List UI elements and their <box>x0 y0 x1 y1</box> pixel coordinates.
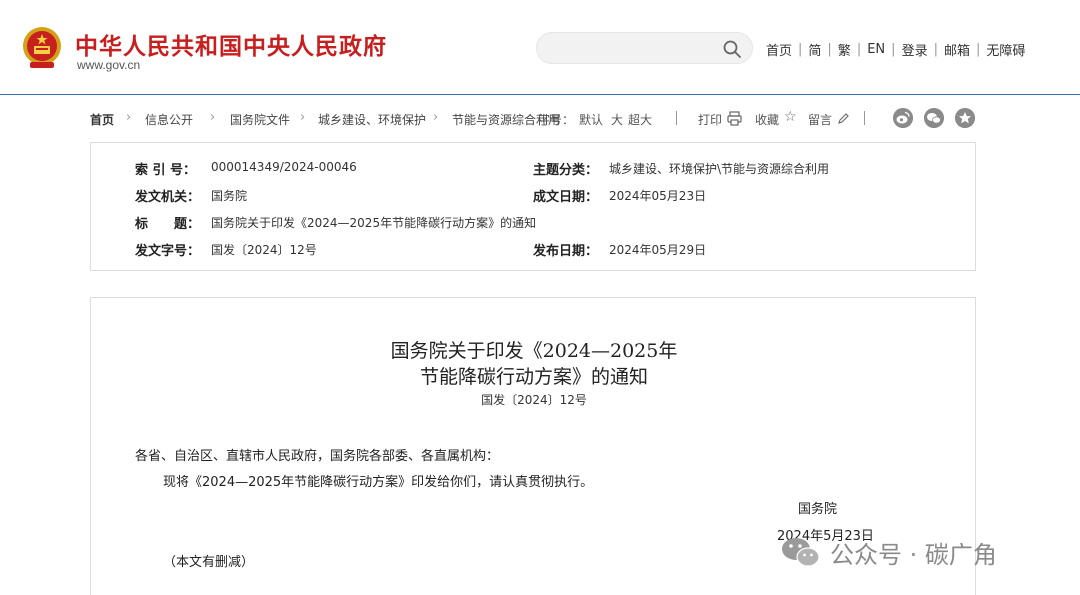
issuer-label: 发文机关： <box>135 190 201 205</box>
search-icon[interactable] <box>722 39 742 59</box>
link-separator: | <box>856 42 862 57</box>
link-traditional[interactable]: 繁 <box>838 40 851 59</box>
doc-number-value: 国发〔2024〕12号 <box>211 243 317 257</box>
document-body-text: 现将《2024—2025年节能降碳行动方案》印发给你们，请认真贯彻执行。 <box>163 475 594 490</box>
pencil-icon[interactable] <box>837 112 850 125</box>
divider <box>676 111 677 125</box>
chevron-right-icon: › <box>126 110 132 125</box>
site-header: 中华人民共和国中央人民政府 www.gov.cn 首页 | 简 | 繁 | EN… <box>0 0 1080 95</box>
document-note: （本文有删减） <box>163 555 255 570</box>
link-separator: | <box>933 42 938 57</box>
printer-icon[interactable] <box>727 111 742 126</box>
link-separator: | <box>827 42 832 57</box>
breadcrumb-state-council-docs[interactable]: 国务院文件 <box>230 111 290 128</box>
document-title-line1: 国务院关于印发《2024—2025年 <box>390 340 678 362</box>
link-home[interactable]: 首页 <box>766 40 792 59</box>
wechat-icon[interactable] <box>924 108 944 128</box>
chevron-right-icon: › <box>210 110 216 125</box>
written-date-label: 成文日期： <box>533 190 599 205</box>
doc-number-label: 发文字号： <box>135 244 201 259</box>
link-mailbox[interactable]: 邮箱 <box>944 40 970 59</box>
document-title-line2: 节能降碳行动方案》的通知 <box>419 366 648 388</box>
document-number: 国发〔2024〕12号 <box>481 393 587 407</box>
chevron-right-icon: › <box>433 110 439 125</box>
breadcrumb: 首页 › 信息公开 › 国务院文件 › 城乡建设、环境保护 › 节能与资源综合利… <box>90 108 990 130</box>
link-login[interactable]: 登录 <box>902 40 928 59</box>
font-size-default[interactable]: 默认 <box>579 111 603 128</box>
wechat-logo-icon <box>782 538 820 567</box>
publish-date-label: 发布日期： <box>533 244 599 259</box>
font-size-xlarge[interactable]: 超大 <box>628 111 652 128</box>
top-links: 首页 | 简 | 繁 | EN | 登录 | 邮箱 | 无障碍 <box>766 40 1025 59</box>
site-url[interactable]: www.gov.cn <box>77 58 140 72</box>
link-english[interactable]: EN <box>867 42 885 57</box>
weibo-icon[interactable] <box>893 108 913 128</box>
document-metadata-table: 索 引 号： 000014349/2024-00046 主题分类： 城乡建设、环… <box>90 142 976 271</box>
link-separator: | <box>798 42 803 57</box>
written-date-value: 2024年05月23日 <box>609 189 707 203</box>
wechat-watermark: 公众号 · 碳广角 <box>780 534 997 570</box>
site-title[interactable]: 中华人民共和国中央人民政府 <box>75 27 387 61</box>
star-icon[interactable]: ☆ <box>784 109 797 125</box>
breadcrumb-urban-environment[interactable]: 城乡建设、环境保护 <box>318 111 426 128</box>
national-emblem-icon[interactable] <box>22 26 62 70</box>
link-separator: | <box>975 42 981 57</box>
category-label: 主题分类： <box>533 163 599 178</box>
divider <box>864 111 865 125</box>
font-size-large[interactable]: 大 <box>611 111 623 128</box>
issuer-value: 国务院 <box>211 189 248 203</box>
link-accessibility[interactable]: 无障碍 <box>986 40 1025 59</box>
breadcrumb-info-public[interactable]: 信息公开 <box>145 111 193 128</box>
print-label[interactable]: 打印 <box>698 111 722 128</box>
category-value: 城乡建设、环境保护\节能与资源综合利用 <box>609 162 830 176</box>
breadcrumb-home[interactable]: 首页 <box>90 111 114 128</box>
favorites-star-icon[interactable] <box>955 108 975 128</box>
search-input[interactable] <box>551 38 721 60</box>
watermark-text: 公众号 · 碳广角 <box>830 540 997 569</box>
index-label: 索 引 号： <box>135 163 197 178</box>
document-salutation: 各省、自治区、直辖市人民政府，国务院各部委、各直属机构： <box>135 449 500 464</box>
link-separator: | <box>891 42 896 57</box>
document-signer: 国务院 <box>798 502 838 517</box>
link-simplified[interactable]: 简 <box>808 40 821 59</box>
comment-label[interactable]: 留言 <box>808 111 832 128</box>
title-label: 标 题： <box>135 217 201 232</box>
index-value: 000014349/2024-00046 <box>211 160 357 174</box>
title-value: 国务院关于印发《2024—2025年节能降碳行动方案》的通知 <box>211 216 537 230</box>
chevron-right-icon: › <box>300 110 306 125</box>
favorite-label[interactable]: 收藏 <box>755 111 779 128</box>
font-size-label: 字号： <box>538 113 575 127</box>
search-box <box>536 32 753 64</box>
publish-date-value: 2024年05月29日 <box>609 243 707 257</box>
